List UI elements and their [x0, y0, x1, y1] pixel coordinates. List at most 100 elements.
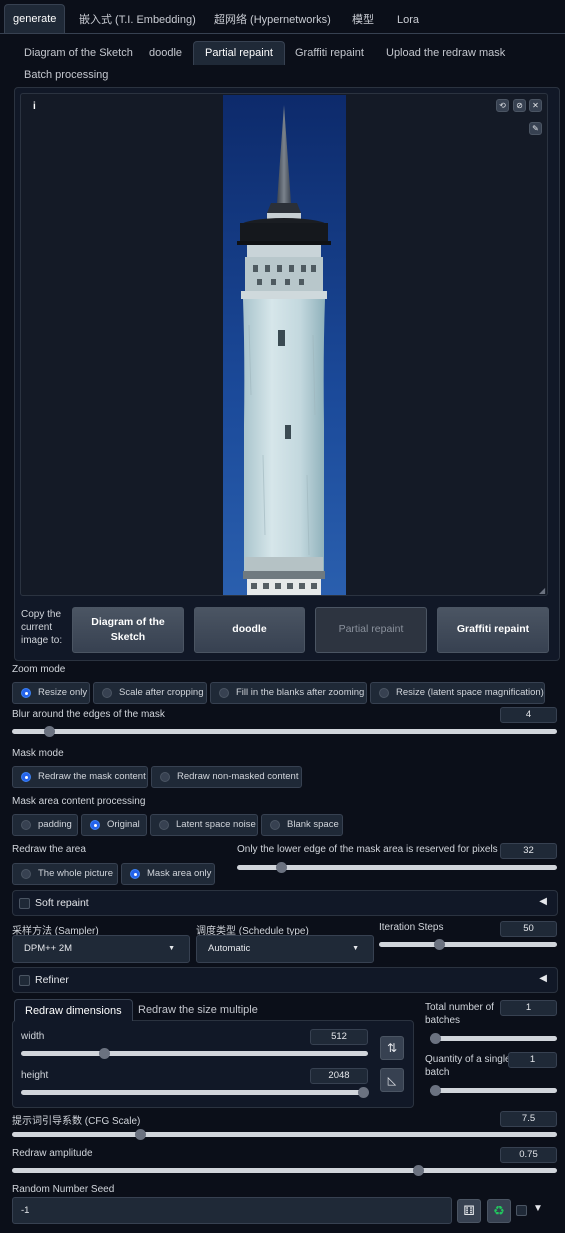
copy-to-sketch-button[interactable]: Diagram of the Sketch	[72, 607, 184, 653]
redraw-area-label: Redraw the area	[12, 844, 86, 855]
width-input[interactable]: 512	[310, 1029, 368, 1045]
schedule-dropdown[interactable]: Automatic ▼	[196, 935, 374, 963]
subtab-sketch[interactable]: Diagram of the Sketch	[16, 42, 141, 64]
batch-count-slider-thumb[interactable]	[430, 1033, 441, 1044]
height-input[interactable]: 2048	[310, 1068, 368, 1084]
subtab-batch-processing[interactable]: Batch processing	[16, 64, 116, 86]
chevron-down-icon: ▼	[168, 945, 175, 952]
brush-icon[interactable]: ✎	[529, 122, 542, 135]
mask-mode-redraw-masked[interactable]: Redraw the mask content	[12, 766, 148, 788]
denoise-label: Redraw amplitude	[12, 1148, 93, 1159]
extra-seed-checkbox[interactable]	[516, 1205, 527, 1216]
mask-blur-input[interactable]: 4	[500, 707, 557, 723]
batch-count-slider[interactable]	[430, 1033, 557, 1044]
width-slider-thumb[interactable]	[98, 1048, 110, 1059]
mask-content-original[interactable]: Original	[81, 814, 147, 836]
steps-label: Iteration Steps	[379, 922, 444, 933]
random-dice-icon[interactable]: ⚅	[457, 1199, 481, 1223]
tab-generate[interactable]: generate	[4, 4, 66, 33]
mask-mode-option-label: Redraw non-masked content	[177, 771, 299, 782]
padding-pixels-slider-thumb[interactable]	[275, 862, 287, 873]
width-slider[interactable]	[21, 1048, 368, 1059]
batch-count-input[interactable]: 1	[500, 1000, 557, 1016]
height-slider[interactable]	[21, 1087, 369, 1098]
sampler-dropdown[interactable]: DPM++ 2M ▼	[12, 935, 190, 963]
cfg-label: 提示词引导系数 (CFG Scale)	[12, 1116, 141, 1127]
cfg-input[interactable]: 7.5	[500, 1111, 557, 1127]
refiner-accordion[interactable]: Refiner ◀	[12, 967, 558, 993]
cfg-slider[interactable]	[12, 1129, 557, 1140]
zoom-option-label: Fill in the blanks after zooming	[236, 687, 365, 698]
tab-ti-embedding[interactable]: 嵌入式 (T.I. Embedding)	[71, 8, 204, 32]
width-label: width	[21, 1031, 45, 1042]
clear-icon[interactable]: ⊘	[513, 99, 526, 112]
tab-hypernetworks[interactable]: 超网络 (Hypernetworks)	[206, 8, 339, 32]
schedule-value: Automatic	[208, 943, 251, 954]
swap-dimensions-icon[interactable]: ⇅	[380, 1036, 404, 1060]
mask-blur-slider-thumb[interactable]	[44, 726, 56, 737]
redraw-area-mask-only[interactable]: Mask area only	[121, 863, 215, 885]
collapse-arrow-icon[interactable]: ◀	[539, 896, 547, 907]
batch-size-label-2: batch	[425, 1067, 450, 1078]
soft-repaint-checkbox[interactable]	[19, 898, 30, 909]
batch-count-label-2: batches	[425, 1015, 461, 1026]
denoise-slider-thumb[interactable]	[413, 1165, 425, 1176]
height-label: height	[21, 1070, 49, 1081]
dims-tab-redraw-dimensions[interactable]: Redraw dimensions	[14, 999, 133, 1021]
subtab-doodle[interactable]: doodle	[141, 42, 190, 64]
zoom-option-latent-resize[interactable]: Resize (latent space magnification)	[370, 682, 545, 704]
mask-blur-slider[interactable]	[12, 726, 557, 737]
zoom-option-label: Scale after cropping	[119, 687, 204, 698]
copy-to-partial-repaint-button[interactable]: Partial repaint	[315, 607, 427, 653]
copy-label-1: Copy the	[21, 609, 62, 620]
zoom-option-resize-only[interactable]: Resize only	[12, 682, 90, 704]
collapse-arrow-icon[interactable]: ◀	[539, 973, 547, 984]
tab-lora[interactable]: Lora	[389, 8, 427, 32]
steps-input[interactable]: 50	[500, 921, 557, 937]
copy-to-graffiti-repaint-label: Graffiti repaint	[456, 623, 530, 636]
mask-content-option-label: Blank space	[287, 819, 339, 830]
undo-icon[interactable]: ⟲	[496, 99, 509, 112]
copy-label-2: current	[21, 622, 53, 633]
refiner-checkbox[interactable]	[19, 975, 30, 986]
mask-content-blank[interactable]: Blank space	[261, 814, 343, 836]
recycle-icon[interactable]: ♻	[487, 1199, 511, 1223]
redraw-area-whole[interactable]: The whole picture	[12, 863, 118, 885]
batch-size-slider-thumb[interactable]	[430, 1085, 441, 1096]
subtab-partial-repaint[interactable]: Partial repaint	[193, 41, 285, 65]
soft-repaint-accordion[interactable]: Soft repaint ◀	[12, 890, 558, 916]
height-slider-thumb[interactable]	[358, 1087, 369, 1098]
subtab-upload-mask[interactable]: Upload the redraw mask	[378, 42, 513, 64]
mask-content-padding[interactable]: padding	[12, 814, 78, 836]
steps-slider-thumb[interactable]	[434, 939, 446, 950]
zoom-option-label: Resize (latent space magnification)	[396, 687, 544, 698]
extra-seed-expand-icon[interactable]: ▼	[533, 1203, 543, 1214]
mask-mode-redraw-unmasked[interactable]: Redraw non-masked content	[151, 766, 302, 788]
top-tabs-divider	[0, 33, 565, 34]
close-icon[interactable]: ✕	[529, 99, 542, 112]
padding-pixels-slider[interactable]	[237, 862, 557, 873]
batch-size-slider[interactable]	[430, 1085, 557, 1096]
steps-slider[interactable]	[379, 939, 557, 950]
soft-repaint-label: Soft repaint	[35, 897, 89, 909]
zoom-option-fill-blanks[interactable]: Fill in the blanks after zooming	[210, 682, 367, 704]
padding-pixels-label: Only the lower edge of the mask area is …	[237, 844, 498, 855]
denoise-input[interactable]: 0.75	[500, 1147, 557, 1163]
copy-to-graffiti-repaint-button[interactable]: Graffiti repaint	[437, 607, 549, 653]
zoom-option-label: Resize only	[38, 687, 88, 698]
detect-size-icon[interactable]: ◺	[380, 1068, 404, 1092]
padding-pixels-input[interactable]: 32	[500, 843, 557, 859]
batch-size-input[interactable]: 1	[508, 1052, 557, 1068]
dims-tab-size-multiple[interactable]: Redraw the size multiple	[130, 999, 266, 1021]
subtab-graffiti-repaint[interactable]: Graffiti repaint	[287, 42, 372, 64]
cfg-slider-thumb[interactable]	[135, 1129, 147, 1140]
mask-content-latent-noise[interactable]: Latent space noise	[150, 814, 258, 836]
denoise-slider[interactable]	[12, 1165, 557, 1176]
mask-content-option-label: Original	[107, 819, 140, 830]
copy-to-doodle-button[interactable]: doodle	[194, 607, 305, 653]
zoom-option-scale-crop[interactable]: Scale after cropping	[93, 682, 207, 704]
refiner-label: Refiner	[35, 974, 69, 986]
tab-models[interactable]: 模型	[344, 8, 382, 32]
seed-input[interactable]: -1	[12, 1197, 452, 1224]
resize-handle-icon[interactable]: ◢	[539, 586, 545, 595]
